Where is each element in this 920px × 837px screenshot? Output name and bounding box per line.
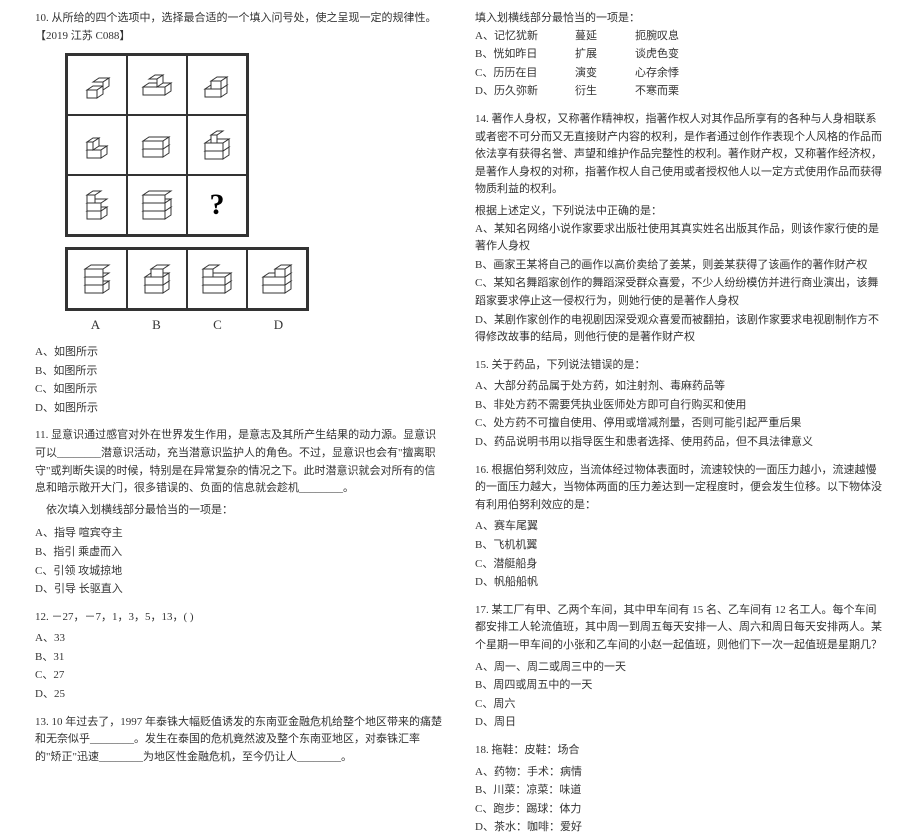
cube-shape-icon xyxy=(77,65,117,105)
q17-opt-b: B、周四或周五中的一天 xyxy=(475,677,885,695)
q16-opt-a: A、赛车尾翼 xyxy=(475,518,885,536)
q12-opt-d: D、25 xyxy=(35,686,445,704)
cube-shape-icon xyxy=(197,125,237,165)
label-b: B xyxy=(127,315,187,336)
q14-opt-a: A、某知名网络小说作家要求出版社使用其真实姓名出版其作品，则该作家行使的是著作人… xyxy=(475,221,885,256)
q18-opt-b: B、川菜：凉菜：味道 xyxy=(475,782,885,800)
label-a: A xyxy=(66,315,126,336)
q11-opt-b: B、指引 乘虚而入 xyxy=(35,544,445,562)
q18-opt-c: C、跑步：踢球：体力 xyxy=(475,801,885,819)
cube-shape-icon xyxy=(77,185,117,225)
question-16: 16. 根据伯努利效应，当流体经过物体表面时，流速较快的一面压力越小，流速越慢的… xyxy=(475,462,885,592)
q11-opt-a: A、指导 喧宾夺主 xyxy=(35,525,445,543)
question-17: 17. 某工厂有甲、乙两个车间，其中甲车间有 15 名、乙车间有 12 名工人。… xyxy=(475,602,885,732)
q14-opt-c: C、某知名舞蹈家创作的舞蹈深受群众喜爱，不少人纷纷模仿并进行商业演出，该舞蹈家要… xyxy=(475,275,885,310)
q17-opt-d: D、周日 xyxy=(475,714,885,732)
cube-shape-icon xyxy=(137,185,177,225)
cube-shape-icon xyxy=(197,259,237,299)
q13-opt-b: B、恍如昨日扩展谈虎色变 xyxy=(475,46,885,64)
q15-opt-b: B、非处方药不需要凭执业医师处方即可自行购买和使用 xyxy=(475,397,885,415)
cube-shape-icon xyxy=(77,259,117,299)
q10-answer-row xyxy=(65,247,309,311)
q18-title: 18. 拖鞋：皮鞋：场合 xyxy=(475,742,885,760)
question-11: 11. 显意识通过感官对外在世界发生作用，是意志及其所产生结果的动力源。显意识可… xyxy=(35,427,445,598)
q11-title: 11. 显意识通过感官对外在世界发生作用，是意志及其所产生结果的动力源。显意识可… xyxy=(35,427,445,497)
q12-opt-a: A、33 xyxy=(35,630,445,648)
q11-opt-d: D、引导 长驱直入 xyxy=(35,581,445,599)
question-18: 18. 拖鞋：皮鞋：场合 A、药物：手术：病情 B、川菜：凉菜：味道 C、跑步：… xyxy=(475,742,885,837)
q17-title: 17. 某工厂有甲、乙两个车间，其中甲车间有 15 名、乙车间有 12 名工人。… xyxy=(475,602,885,655)
q16-title: 16. 根据伯努利效应，当流体经过物体表面时，流速较快的一面压力越小，流速越慢的… xyxy=(475,462,885,515)
q10-opt-c: C、如图所示 xyxy=(35,381,445,399)
cube-shape-icon xyxy=(197,65,237,105)
label-d: D xyxy=(249,315,309,336)
q15-opt-a: A、大部分药品属于处方药，如注射剂、毒麻药品等 xyxy=(475,378,885,396)
question-12: 12. －27，－7，1，3，5，13，( ) A、33 B、31 C、27 D… xyxy=(35,609,445,704)
q12-title: 12. －27，－7，1，3，5，13，( ) xyxy=(35,609,445,627)
q16-opt-b: B、飞机机翼 xyxy=(475,537,885,555)
question-mark-icon: ? xyxy=(210,181,225,229)
cube-shape-icon xyxy=(137,259,177,299)
q16-opt-c: C、潜艇船身 xyxy=(475,556,885,574)
q13-title: 13. 10 年过去了，1997 年泰铢大幅贬值诱发的东南亚金融危机给整个地区带… xyxy=(35,714,445,767)
q17-opt-a: A、周一、周二或周三中的一天 xyxy=(475,659,885,677)
label-c: C xyxy=(188,315,248,336)
q15-opt-c: C、处方药不可擅自使用、停用或增减剂量，否则可能引起严重后果 xyxy=(475,415,885,433)
q13-opt-a: A、记忆犹新蔓延扼腕叹息 xyxy=(475,28,885,46)
q13-opt-c: C、历历在目演变心存余悸 xyxy=(475,65,885,83)
q10-opt-d: D、如图所示 xyxy=(35,400,445,418)
q14-sub: 根据上述定义，下列说法中正确的是： xyxy=(475,203,885,221)
question-13: 13. 10 年过去了，1997 年泰铢大幅贬值诱发的东南亚金融危机给整个地区带… xyxy=(35,714,445,767)
question-10: 10. 从所给的四个选项中，选择最合适的一个填入问号处，使之呈现一定的规律性。【… xyxy=(35,10,445,417)
q15-title: 15. 关于药品，下列说法错误的是： xyxy=(475,357,885,375)
q12-opt-b: B、31 xyxy=(35,649,445,667)
question-13-continued: 填入划横线部分最恰当的一项是： A、记忆犹新蔓延扼腕叹息 B、恍如昨日扩展谈虎色… xyxy=(475,10,885,101)
q18-opt-d: D、茶水：咖啡：爱好 xyxy=(475,819,885,837)
q12-opt-c: C、27 xyxy=(35,667,445,685)
q14-title: 14. 著作人身权，又称著作精神权，指著作权人对其作品所享有的各种与人身相联系或… xyxy=(475,111,885,199)
q14-opt-d: D、某剧作家创作的电视剧因深受观众喜爱而被翻拍，该剧作家要求电视剧制作方不得修改… xyxy=(475,312,885,347)
q18-opt-a: A、药物：手术：病情 xyxy=(475,764,885,782)
q10-grid: ? xyxy=(65,53,249,237)
cube-shape-icon xyxy=(257,259,297,299)
q14-opt-b: B、画家王某将自己的画作以高价卖给了姜某，则姜某获得了该画作的著作财产权 xyxy=(475,257,885,275)
cube-shape-icon xyxy=(137,65,177,105)
q10-figure: ? A B C D xyxy=(65,53,445,336)
q17-opt-c: C、周六 xyxy=(475,696,885,714)
q16-opt-d: D、帆船船帆 xyxy=(475,574,885,592)
q11-opt-c: C、引领 攻城掠地 xyxy=(35,563,445,581)
q10-title: 10. 从所给的四个选项中，选择最合适的一个填入问号处，使之呈现一定的规律性。【… xyxy=(35,10,445,45)
q11-sub: 依次填入划横线部分最恰当的一项是： xyxy=(35,502,445,520)
question-14: 14. 著作人身权，又称著作精神权，指著作权人对其作品所享有的各种与人身相联系或… xyxy=(475,111,885,347)
cube-shape-icon xyxy=(137,125,177,165)
q10-option-labels: A B C D xyxy=(65,315,309,336)
q13-opt-d: D、历久弥新衍生不寒而栗 xyxy=(475,83,885,101)
q10-opt-a: A、如图所示 xyxy=(35,344,445,362)
cube-shape-icon xyxy=(77,125,117,165)
question-15: 15. 关于药品，下列说法错误的是： A、大部分药品属于处方药，如注射剂、毒麻药… xyxy=(475,357,885,452)
q15-opt-d: D、药品说明书用以指导医生和患者选择、使用药品，但不具法律意义 xyxy=(475,434,885,452)
q10-opt-b: B、如图所示 xyxy=(35,363,445,381)
q13-sub: 填入划横线部分最恰当的一项是： xyxy=(475,10,885,28)
